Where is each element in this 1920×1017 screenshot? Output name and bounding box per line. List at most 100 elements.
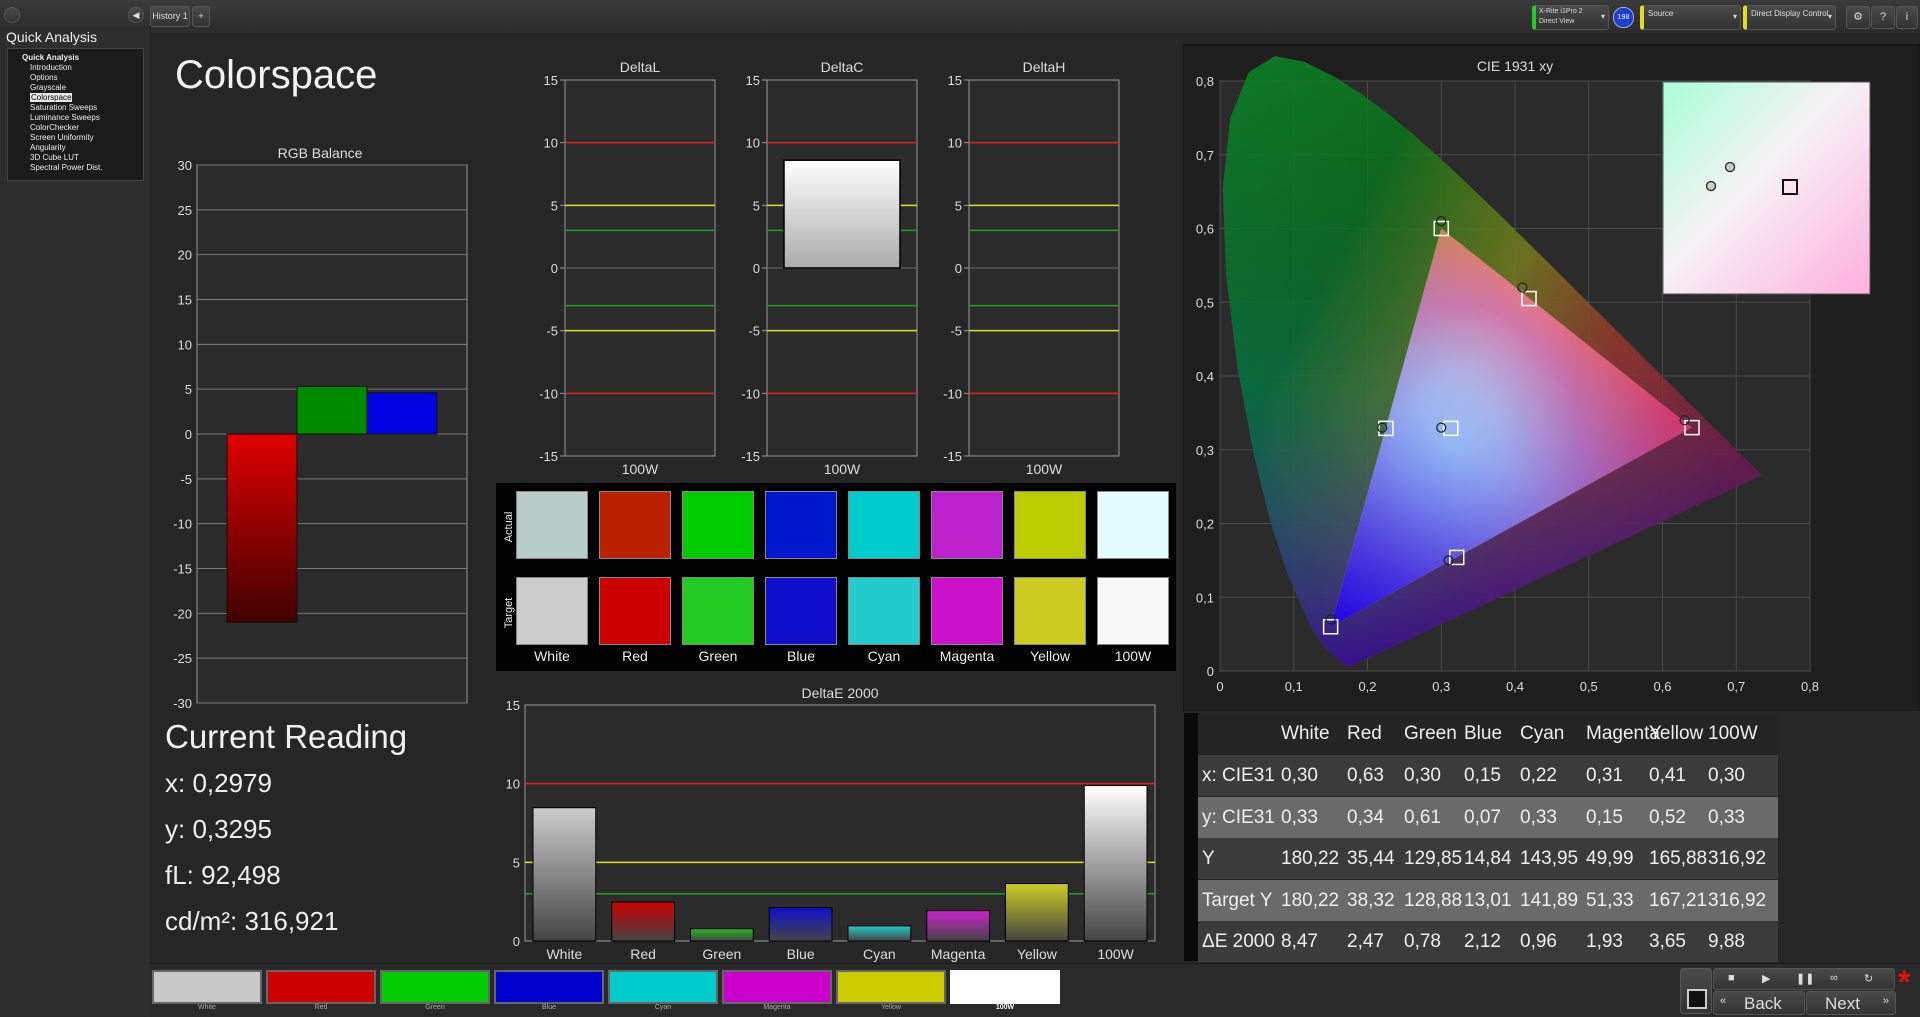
source-select[interactable]: Source ▾ — [1640, 5, 1741, 30]
target-swatch-white — [516, 577, 588, 645]
stop-square-icon[interactable]: ■ — [1728, 972, 1735, 984]
table-cell: 0,61 — [1404, 806, 1441, 828]
tree-item-spectral-power-dist-[interactable]: Spectral Power Dist. — [30, 163, 102, 172]
patch-button-blue[interactable] — [494, 970, 604, 1004]
sidebar-title: Quick Analysis — [6, 29, 98, 45]
table-row-header-strip — [1184, 713, 1198, 961]
table-row-label: Y — [1202, 848, 1215, 869]
table-cell: 141,89 — [1520, 889, 1579, 911]
table-cell: 0,30 — [1404, 765, 1441, 786]
tree-item-screen-uniformity[interactable]: Screen Uniformity — [30, 133, 94, 142]
refresh-icon[interactable]: ↻ — [1864, 972, 1873, 985]
tree-item-quick-analysis[interactable]: Quick Analysis — [22, 53, 79, 62]
meter-select[interactable]: X-Rite i1Pro 2 Direct View ▾ — [1532, 5, 1609, 30]
patch-label: 100W — [995, 1004, 1015, 1011]
pause-icon[interactable]: ❚❚ — [1796, 972, 1814, 985]
patch-button-100w[interactable] — [950, 970, 1060, 1004]
y-tick-label: 0 — [955, 261, 962, 276]
loop-icon[interactable]: ∞ — [1830, 972, 1838, 984]
patch-label: Yellow — [881, 1004, 901, 1011]
chevron-left-icon: « — [1720, 995, 1727, 1007]
chevron-down-icon: ▾ — [1600, 12, 1605, 21]
chart-title: CIE 1931 xy — [1477, 58, 1553, 74]
table-cell: 35,44 — [1347, 848, 1395, 869]
delta-c-chart: DeltaC 15 10 5 0 -5 -10 -15 100W — [741, 59, 918, 477]
y-tick-label: 10 — [746, 136, 760, 151]
display-control-select[interactable]: Direct Display Control ▾ — [1743, 5, 1836, 30]
tree-item-angularity[interactable]: Angularity — [30, 143, 66, 152]
x-tick-label: 0,3 — [1432, 679, 1450, 694]
table-cell: 316,92 — [1708, 889, 1767, 911]
table-cell: 165,88 — [1649, 848, 1708, 869]
y-tick-label: -20 — [173, 606, 192, 621]
info-button[interactable]: i — [1896, 6, 1918, 29]
target-row-label: Target — [503, 597, 515, 629]
table-cell: 0,34 — [1347, 806, 1384, 828]
patch-button-cyan[interactable] — [608, 970, 718, 1004]
delta-e-bar-blue — [768, 907, 833, 942]
tree-item-saturation-sweeps[interactable]: Saturation Sweeps — [30, 103, 97, 112]
delta-e-bar-magenta — [926, 910, 990, 942]
playback-controls: ■ ▶ ❚❚ ∞ ↻ — [1713, 968, 1895, 990]
y-tick-label: 0 — [1207, 664, 1214, 679]
actual-swatch-red — [599, 491, 671, 559]
back-button[interactable]: « Back — [1713, 991, 1805, 1015]
table-cell: 9,88 — [1708, 931, 1745, 952]
meter-badge[interactable]: 198 — [1613, 7, 1634, 28]
swatch-panel: Actual Target White Red Green Blue Cyan Magenta… — [496, 483, 1176, 671]
zoom-measured-marker — [1705, 180, 1717, 192]
x-tick-label: 0,8 — [1801, 679, 1819, 694]
x-tick-label: 0 — [1216, 679, 1223, 694]
y-tick-label: -5 — [180, 472, 192, 487]
table-cell: 180,22 — [1281, 889, 1340, 911]
delta-e-2000-chart: DeltaE 2000 15 10 5 0 White Red Green Blue Cyan Ma… — [506, 685, 1156, 962]
target-swatch-blue — [765, 577, 837, 645]
table-cell: 3,65 — [1649, 931, 1686, 952]
table-header-cell: 100W — [1708, 723, 1758, 744]
play-icon[interactable]: ▶ — [1762, 972, 1770, 985]
tree-item-luminance-sweeps[interactable]: Luminance Sweeps — [30, 113, 100, 122]
tree-item-3d-cube-lut[interactable]: 3D Cube LUT — [30, 153, 79, 162]
next-button[interactable]: Next » — [1806, 991, 1896, 1015]
table-cell: 0,22 — [1520, 765, 1557, 786]
y-tick-label: 10 — [948, 136, 962, 151]
patch-button-white[interactable] — [152, 970, 262, 1004]
tree-item-introduction[interactable]: Introduction — [30, 63, 72, 72]
tree-item-options[interactable]: Options — [30, 73, 58, 82]
delta-bar — [783, 159, 901, 269]
asterisk-icon[interactable]: * — [1898, 964, 1910, 1001]
delta-e-bar-white — [532, 807, 597, 942]
menu-orb-button[interactable] — [4, 7, 20, 23]
add-tab-button[interactable]: + — [192, 6, 210, 27]
source-label: Source — [1648, 9, 1674, 18]
collapse-sidebar-button[interactable]: ◀ — [128, 7, 144, 23]
swatch-label: Blue — [786, 648, 816, 664]
delta-e-bar-cyan — [847, 925, 912, 942]
tab-history-1[interactable]: History 1 — [150, 6, 190, 27]
patch-button-magenta[interactable] — [722, 970, 832, 1004]
target-swatch-magenta — [931, 577, 1003, 645]
tree-item-grayscale[interactable]: Grayscale — [30, 83, 66, 92]
tree-item-colorspace[interactable]: Colorspace — [30, 93, 73, 102]
tree-item-colorchecker[interactable]: ColorChecker — [30, 123, 79, 132]
stop-icon[interactable] — [1687, 989, 1707, 1009]
patch-button-green[interactable] — [380, 970, 490, 1004]
y-tick-label: 10 — [506, 777, 520, 792]
target-swatch-green — [682, 577, 754, 645]
chart-title: RGB Balance — [278, 145, 363, 161]
gear-icon: ⚙ — [1853, 11, 1863, 23]
table-header-cell: Red — [1347, 723, 1382, 744]
help-button[interactable]: ? — [1871, 6, 1895, 29]
chart-title: DeltaC — [821, 59, 864, 75]
patch-button-yellow[interactable] — [836, 970, 946, 1004]
settings-button[interactable]: ⚙ — [1846, 6, 1870, 29]
chevron-down-icon: ▾ — [1732, 12, 1737, 21]
table-cell: 2,12 — [1464, 931, 1501, 952]
x-category-label: Yellow — [1017, 946, 1058, 962]
y-tick-label: 15 — [178, 293, 192, 308]
reading-y: y: 0,3295 — [165, 814, 272, 844]
patch-button-red[interactable] — [266, 970, 376, 1004]
y-tick-label: 5 — [955, 198, 962, 213]
patch-label: Magenta — [763, 1004, 791, 1011]
actual-swatch-magenta — [931, 491, 1003, 559]
